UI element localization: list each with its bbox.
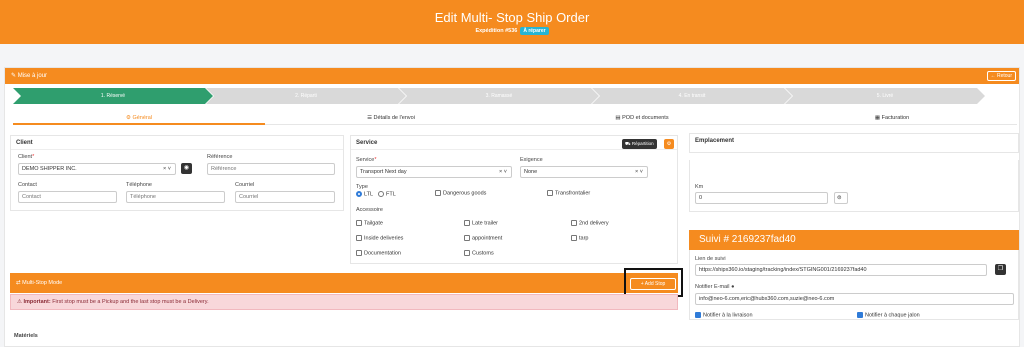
clear-icon[interactable]: × ˅ xyxy=(635,167,643,177)
gear-icon: ⚙ xyxy=(666,141,672,147)
client-view-button[interactable]: ◉ xyxy=(181,163,192,174)
client-label: Client* xyxy=(18,154,35,160)
tab-pod[interactable]: ▤ POD et documents xyxy=(517,112,767,125)
add-stop-button[interactable]: + Add Stop xyxy=(630,278,676,290)
type-ftl-radio[interactable]: FTL xyxy=(378,191,396,197)
tab-bar: ⚙ Général ☰ Détails de l'envoi ▤ POD et … xyxy=(13,112,1017,125)
eye-icon: ◉ xyxy=(183,165,190,171)
contact-input[interactable] xyxy=(18,191,117,203)
copy-icon: ❐ xyxy=(997,266,1004,272)
tracking-link-input[interactable]: https://shipx360.io/staging/tracking/ind… xyxy=(695,264,987,276)
type-label: Type xyxy=(356,184,368,190)
service-label: Service* xyxy=(356,157,377,163)
telephone-label: Téléphone xyxy=(126,182,152,188)
multistop-bar: ⇄ Multi-Stop Mode xyxy=(10,273,678,293)
map-icon: ⊜ xyxy=(837,195,842,201)
km-input[interactable]: 0 xyxy=(695,192,828,204)
status-steps: 1. Réservé 2. Réparti 3. Ramassé 4. En t… xyxy=(13,88,1013,104)
step-reserve[interactable]: 1. Réservé xyxy=(13,88,213,104)
page-header: Edit Multi- Stop Ship Order Expédition #… xyxy=(0,0,1024,44)
truck-icon: ⛟ xyxy=(625,141,632,146)
step-en-transit[interactable]: 4. En transit xyxy=(592,88,792,104)
emplacement-panel: Emplacement xyxy=(689,133,1019,153)
shipment-number: Expédition #536 À réparer xyxy=(475,27,549,35)
map-button[interactable]: ⊜ xyxy=(834,192,848,204)
accessory-checkbox-2nd-delivery[interactable]: 2nd delivery xyxy=(571,220,609,226)
update-bar: ✎ Mise à jour ← Retour xyxy=(5,68,1019,84)
service-select[interactable]: Transport Next day × ˅ xyxy=(356,166,512,178)
multistop-alert: ⚠ Important: First stop must be a Pickup… xyxy=(10,294,678,310)
edit-icon: ✎ xyxy=(11,73,18,79)
tracking-title: Suivi # 2169237fad40 xyxy=(689,230,1019,250)
tracking-panel xyxy=(689,250,1019,320)
accessory-checkbox-tailgate[interactable]: Tailgate xyxy=(356,220,383,226)
repartition-button[interactable]: ⛟ Répartition xyxy=(622,139,657,149)
emplacement-title: Emplacement xyxy=(695,138,735,144)
service-panel: Service xyxy=(350,135,678,264)
tab-facturation[interactable]: ▦ Facturation xyxy=(767,112,1017,125)
transfrontalier-checkbox[interactable]: Transfrontalier xyxy=(547,190,590,196)
contact-label: Contact xyxy=(18,182,37,188)
reference-input[interactable] xyxy=(207,163,335,175)
courriel-label: Courriel xyxy=(235,182,255,188)
update-label: Mise à jour xyxy=(17,73,48,79)
tab-details[interactable]: ☰ Détails de l'envoi xyxy=(265,112,517,125)
service-settings-button[interactable]: ⚙ xyxy=(664,139,674,149)
accessory-checkbox-appointment[interactable]: appointment xyxy=(464,235,502,241)
notify-delivery-checkbox[interactable]: Notifier à la livraison xyxy=(695,312,753,318)
page-title: Edit Multi- Stop Ship Order xyxy=(434,10,590,25)
tab-general[interactable]: ⚙ Général xyxy=(13,112,265,125)
notify-milestone-checkbox[interactable]: Notifier à chaque jalon xyxy=(857,312,920,318)
exigence-label: Exigence xyxy=(520,157,543,163)
accessory-checkbox-tarp[interactable]: tarp xyxy=(571,235,588,241)
location-panel xyxy=(689,160,1019,212)
client-title: Client xyxy=(11,136,343,150)
tracking-link-label: Lien de suivi xyxy=(695,256,726,262)
km-label: Km xyxy=(695,184,704,190)
accessory-checkbox-documentation[interactable]: Documentation xyxy=(356,250,401,256)
type-ltl-radio[interactable]: LTL xyxy=(356,191,373,197)
status-badge: À réparer xyxy=(520,27,549,35)
accessoire-label: Accessoire xyxy=(356,207,383,213)
step-ramasse[interactable]: 3. Ramassé xyxy=(399,88,599,104)
telephone-input[interactable] xyxy=(126,191,225,203)
accessory-checkbox-inside-deliveries[interactable]: Inside deliveries xyxy=(356,235,403,241)
materials-label: Matériels xyxy=(14,333,38,339)
reference-label: Référence xyxy=(207,154,233,160)
courriel-input[interactable] xyxy=(235,191,335,203)
back-button[interactable]: ← Retour xyxy=(986,71,1016,81)
clear-icon[interactable]: × ˅ xyxy=(499,167,507,177)
step-livre[interactable]: 5. Livré xyxy=(785,88,985,104)
step-reparti[interactable]: 2. Réparti xyxy=(206,88,406,104)
dangerous-goods-checkbox[interactable]: Dangerous goods xyxy=(435,190,486,196)
client-select[interactable]: DEMO SHIPPER INC. × ˅ xyxy=(18,163,176,175)
exigence-select[interactable]: None × ˅ xyxy=(520,166,648,178)
info-icon: ● xyxy=(731,284,735,290)
clear-icon[interactable]: × ˅ xyxy=(163,164,171,174)
copy-link-button[interactable]: ❐ xyxy=(995,264,1006,275)
invoice-icon: ▦ xyxy=(874,115,882,121)
notify-email-input[interactable]: info@neo-6.com,eric@hubx360.com,suzie@ne… xyxy=(695,293,1014,305)
accessory-checkbox-customs[interactable]: Customs xyxy=(464,250,494,256)
accessory-checkbox-late-trailer[interactable]: Late trailer xyxy=(464,220,498,226)
notify-email-label: Notifier E-mail ● xyxy=(695,284,735,290)
